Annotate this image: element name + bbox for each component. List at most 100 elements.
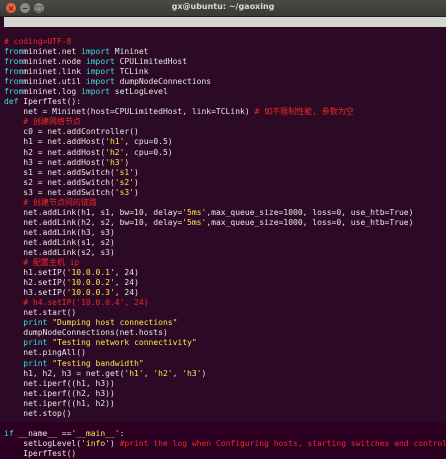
window-title: gx@ubuntu: ~/gaoxing	[171, 2, 275, 11]
code-token: net.start()	[4, 308, 77, 318]
code-token: net.addLink(h3, s3)	[4, 227, 115, 237]
code-token: print	[4, 318, 48, 328]
code-token: h3.setIP(	[4, 288, 67, 298]
code-line: h2.setIP('10.0.0.2', 24)	[4, 278, 444, 288]
code-token: ,	[172, 368, 183, 378]
code-token: "Testing network connectivity"	[52, 338, 197, 348]
code-token: net.addLink(s2, s3)	[4, 247, 115, 257]
code-token: mininet.util	[23, 77, 86, 87]
code-line: print "Testing network connectivity"	[4, 338, 444, 348]
code-line: IperfTest()	[4, 449, 444, 459]
code-token: print	[4, 358, 48, 368]
code-line: if __name__ =='__main__':	[4, 429, 444, 439]
code-token: h1.setIP(	[4, 268, 67, 278]
code-line: def IperfTest():	[4, 97, 444, 107]
code-token: , 24)	[114, 268, 139, 278]
code-token: c0 = net.addController()	[4, 127, 139, 137]
code-token: # h4.setIP('10.0.0.4', 24)	[4, 298, 149, 308]
code-token: , cpu=0.5)	[124, 147, 173, 157]
code-token: net.addLink(s1, s2)	[4, 237, 115, 247]
code-line: net.iperf((h2, h3))	[4, 389, 444, 399]
code-token: s2 = net.addSwitch(	[4, 177, 115, 187]
code-token: import	[85, 77, 115, 87]
code-token: h1 = net.addHost(	[4, 137, 106, 147]
code-token: mininet.log	[23, 87, 82, 97]
code-line: dumpNodeConnections(net.hosts)	[4, 328, 444, 338]
code-token: dumpNodeConnections(net.hosts)	[4, 328, 168, 338]
code-token: '10.0.0.3'	[66, 288, 115, 298]
code-token: s3 = net.addSwitch(	[4, 187, 115, 197]
code-token: h1, h2, h3 = net.get(	[4, 368, 125, 378]
code-token: mininet.net	[23, 47, 82, 57]
code-token: net.pingAll()	[4, 348, 86, 358]
code-token: Mininet	[109, 47, 149, 57]
code-token: )	[124, 157, 130, 167]
code-token: def	[4, 97, 19, 107]
code-token: from	[4, 87, 24, 97]
code-token: , cpu=0.5)	[124, 137, 173, 147]
code-line: net.start()	[4, 308, 444, 318]
code-token: )	[134, 177, 139, 187]
code-token: net.addLink(h1, s1, bw=10, delay=	[4, 207, 183, 217]
code-token: # 创建网络节点	[4, 117, 81, 127]
code-line: # 创建网络节点	[4, 117, 444, 127]
code-token: 'h1'	[124, 368, 144, 378]
code-token: '5ms'	[182, 207, 207, 217]
code-token: net = Mininet(host=CPULimitedHost, link=…	[4, 107, 255, 117]
code-token: "Dumping host connections"	[52, 318, 178, 328]
code-editor[interactable]: # coding=UTF-8 frommininet.net import Min…	[4, 37, 446, 459]
code-token: 'h3'	[182, 368, 202, 378]
code-token: CPULimitedHost	[114, 57, 188, 67]
code-token: # coding=UTF-8	[4, 37, 72, 46]
code-line: net.stop()	[4, 409, 444, 419]
nano-header: GNU nano 2.5.3 File: mytopo.py	[4, 17, 446, 46]
code-line: s2 = net.addSwitch('s2')	[4, 178, 444, 188]
code-token: from	[4, 47, 24, 57]
code-token: dumpNodeConnections	[114, 77, 212, 87]
code-token: #print the log when Configuring hosts, s…	[119, 438, 446, 448]
code-token: )	[134, 167, 139, 177]
code-token: ,	[143, 368, 154, 378]
code-token: print	[4, 338, 48, 348]
code-token: 'h2'	[105, 147, 125, 157]
code-token: net.iperf((h1, h3))	[4, 378, 115, 388]
code-token: __name__ ==	[13, 428, 72, 438]
code-line: net.pingAll()	[4, 348, 444, 358]
code-line: net = Mininet(host=CPULimitedHost, link=…	[4, 107, 444, 117]
code-token: setLogLevel(	[4, 438, 82, 448]
code-token: 'h1'	[105, 137, 125, 147]
code-line: net.addLink(s1, s2)	[4, 238, 444, 248]
code-token: mininet.link	[23, 67, 86, 77]
code-token: , 24)	[114, 278, 139, 288]
code-line: print "Dumping host connections"	[4, 318, 444, 328]
code-token: setLogLevel	[109, 87, 168, 97]
code-line: print "Testing bandwidth"	[4, 359, 444, 369]
nano-version: GNU nano 2.5.3	[8, 27, 76, 36]
code-line: frommininet.node import CPULimitedHost	[4, 57, 444, 67]
code-token: h2 = net.addHost(	[4, 147, 106, 157]
code-line: frommininet.net import Mininet	[4, 47, 444, 57]
code-token: mininet.node	[23, 57, 86, 67]
code-token: # 创建节点间的链路	[4, 197, 97, 207]
code-line: s3 = net.addSwitch('s3')	[4, 188, 444, 198]
title-bar[interactable]: × − □ gx@ubuntu: ~/gaoxing	[0, 0, 446, 17]
code-token: # 配置主机 ip	[4, 258, 80, 268]
code-token: )	[134, 187, 139, 197]
code-line: net.addLink(h3, s3)	[4, 228, 444, 238]
terminal-window: × − □ gx@ubuntu: ~/gaoxing GNU nano 2.5.…	[0, 0, 446, 458]
code-token: h3 = net.addHost(	[4, 157, 106, 167]
code-line: c0 = net.addController()	[4, 127, 444, 137]
code-token: import	[85, 57, 115, 67]
code-line: h1 = net.addHost('h1', cpu=0.5)	[4, 137, 444, 147]
code-line: # h4.setIP('10.0.0.4', 24)	[4, 298, 444, 308]
code-token: if	[4, 428, 14, 438]
code-line: frommininet.util import dumpNodeConnecti…	[4, 77, 444, 87]
code-line: setLogLevel('info') #print the log when …	[4, 438, 446, 449]
code-line: net.iperf((h1, h2))	[4, 399, 444, 409]
code-token: :	[119, 428, 125, 438]
code-line: frommininet.log import setLogLevel	[4, 87, 444, 97]
code-token: TCLink	[114, 67, 149, 77]
code-token: )	[109, 438, 120, 448]
code-token: 's1'	[114, 167, 135, 177]
